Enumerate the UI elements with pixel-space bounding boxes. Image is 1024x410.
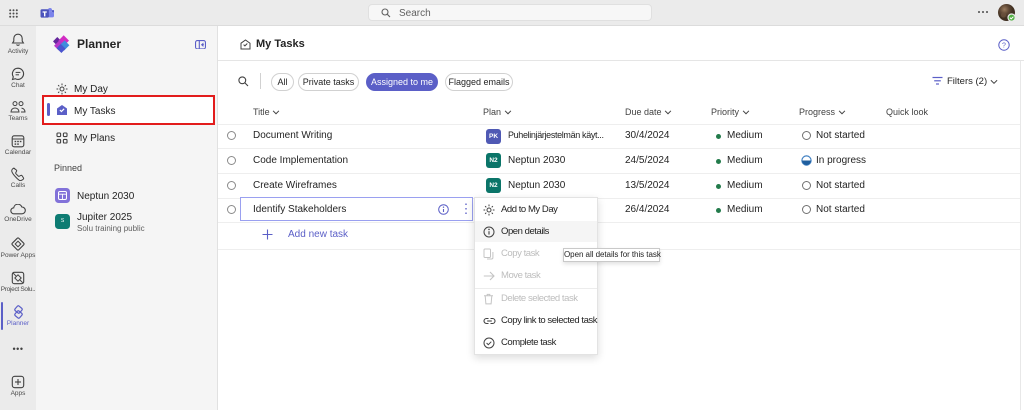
svg-text:?: ? bbox=[1002, 42, 1006, 49]
